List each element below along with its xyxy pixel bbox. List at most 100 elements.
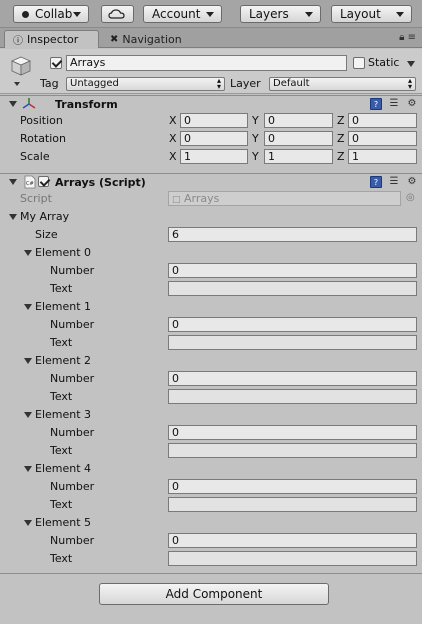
script-component-header[interactable]: C# Arrays (Script) ? ☰ ⚙ — [0, 173, 422, 191]
text-field[interactable] — [168, 551, 417, 566]
static-label: Static — [368, 56, 400, 69]
number-label: Number — [50, 372, 95, 385]
layers-button[interactable]: Layers — [240, 5, 321, 23]
script-enabled-checkbox[interactable] — [38, 176, 49, 187]
chevron-down-icon — [73, 12, 81, 17]
updown-arrows-icon: ▴ ▾ — [407, 76, 412, 91]
csharp-script-icon: C# — [24, 175, 36, 189]
tag-value: Untagged — [70, 78, 119, 89]
rotation-x-label: X — [169, 132, 177, 145]
text-field[interactable] — [168, 281, 417, 296]
foldout-expanded-icon[interactable] — [9, 179, 17, 185]
text-label: Text — [50, 498, 73, 511]
main-toolbar: Collab Account Layers Layout — [0, 0, 422, 28]
text-field[interactable] — [168, 443, 417, 458]
position-label: Position — [20, 114, 63, 127]
scale-x-field[interactable]: 1 — [180, 149, 248, 164]
position-z-label: Z — [337, 114, 345, 127]
number-field[interactable]: 0 — [168, 317, 417, 332]
tab-inspector-label: Inspector — [27, 33, 79, 46]
number-label: Number — [50, 318, 95, 331]
element-foldout-icon[interactable] — [24, 250, 32, 256]
element-foldout-icon[interactable] — [24, 520, 32, 526]
scale-y-label: Y — [252, 150, 259, 163]
position-z-field[interactable]: 0 — [348, 113, 417, 128]
help-book-icon[interactable]: ? — [370, 176, 382, 188]
element-label: Element 5 — [35, 516, 92, 529]
component-header-icons: ? ☰ ⚙ — [370, 176, 418, 188]
tag-dropdown[interactable]: Untagged ▴ ▾ — [66, 77, 225, 91]
number-label: Number — [50, 480, 95, 493]
element-label: Element 0 — [35, 246, 92, 259]
element-foldout-icon[interactable] — [24, 304, 32, 310]
script-reference-field: □ Arrays — [168, 191, 401, 206]
number-field[interactable]: 0 — [168, 533, 417, 548]
updown-arrows-icon: ▴ ▾ — [216, 76, 221, 91]
text-label: Text — [50, 552, 73, 565]
preset-sliders-icon[interactable]: ☰ — [388, 98, 400, 110]
number-field[interactable]: 0 — [168, 479, 417, 494]
element-label: Element 1 — [35, 300, 92, 313]
number-field[interactable]: 0 — [168, 371, 417, 386]
text-label: Text — [50, 282, 73, 295]
chevron-down-icon — [396, 12, 404, 17]
tab-inspector[interactable]: ⓘ Inspector — [4, 30, 99, 48]
preset-sliders-icon[interactable]: ☰ — [388, 176, 400, 188]
account-button[interactable]: Account — [143, 5, 222, 23]
chevron-down-icon — [305, 12, 313, 17]
svg-text:C#: C# — [26, 181, 34, 187]
panel-tab-strip: ⓘ Inspector ✖ Navigation 🔒︎ ≡ — [0, 28, 422, 48]
panel-menu-icon[interactable]: 🔒︎ ≡ — [399, 32, 416, 43]
layer-label: Layer — [230, 77, 261, 90]
object-icon-dropdown-icon[interactable] — [14, 82, 20, 86]
cloud-button[interactable] — [101, 5, 134, 23]
position-y-label: Y — [252, 114, 259, 127]
text-field[interactable] — [168, 497, 417, 512]
info-icon: ⓘ — [13, 36, 23, 47]
element-foldout-icon[interactable] — [24, 412, 32, 418]
layers-label: Layers — [249, 7, 289, 21]
layer-dropdown[interactable]: Default ▴ ▾ — [269, 77, 416, 91]
layer-value: Default — [273, 78, 310, 89]
script-reference-value: Arrays — [184, 192, 220, 205]
rotation-x-field[interactable]: 0 — [180, 131, 248, 146]
static-dropdown-icon[interactable] — [407, 61, 415, 67]
help-book-icon[interactable]: ? — [370, 98, 382, 110]
size-field[interactable]: 6 — [168, 227, 417, 242]
scale-z-label: Z — [337, 150, 345, 163]
my-array-foldout-icon[interactable] — [9, 214, 17, 220]
foldout-expanded-icon[interactable] — [9, 101, 17, 107]
static-checkbox[interactable] — [353, 57, 365, 69]
position-y-field[interactable]: 0 — [264, 113, 333, 128]
active-checkbox[interactable] — [50, 57, 62, 69]
gameobject-cube-icon — [11, 56, 31, 76]
scale-y-field[interactable]: 1 — [264, 149, 333, 164]
tab-navigation[interactable]: ✖ Navigation — [102, 30, 202, 48]
layout-label: Layout — [340, 7, 381, 21]
element-label: Element 3 — [35, 408, 92, 421]
element-foldout-icon[interactable] — [24, 358, 32, 364]
scale-x-label: X — [169, 150, 177, 163]
number-field[interactable]: 0 — [168, 425, 417, 440]
scale-z-field[interactable]: 1 — [348, 149, 417, 164]
gear-icon[interactable]: ⚙ — [406, 176, 418, 188]
object-picker-icon[interactable]: ◎ — [406, 192, 415, 203]
object-name-field[interactable]: Arrays — [66, 55, 347, 71]
gear-icon[interactable]: ⚙ — [406, 98, 418, 110]
element-foldout-icon[interactable] — [24, 466, 32, 472]
add-component-button[interactable]: Add Component — [99, 583, 329, 605]
component-header-icons: ? ☰ ⚙ — [370, 98, 418, 110]
transform-title: Transform — [55, 98, 118, 111]
scale-label: Scale — [20, 150, 50, 163]
number-field[interactable]: 0 — [168, 263, 417, 278]
text-field[interactable] — [168, 335, 417, 350]
collab-button[interactable]: Collab — [13, 5, 89, 23]
rotation-z-field[interactable]: 0 — [348, 131, 417, 146]
cloud-icon — [108, 9, 125, 19]
position-x-field[interactable]: 0 — [180, 113, 248, 128]
layout-button[interactable]: Layout — [331, 5, 412, 23]
script-label: Script — [20, 192, 52, 205]
text-field[interactable] — [168, 389, 417, 404]
transform-header[interactable]: Transform ? ☰ ⚙ — [0, 95, 422, 113]
rotation-y-field[interactable]: 0 — [264, 131, 333, 146]
